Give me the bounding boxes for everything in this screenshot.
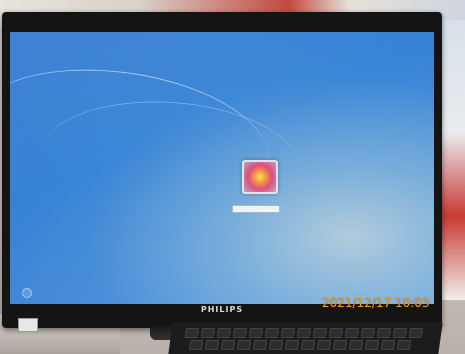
keyboard-key — [284, 340, 300, 350]
keyboard-key — [360, 328, 375, 338]
keyboard-key — [364, 340, 380, 350]
monitor-screen — [10, 32, 434, 304]
keyboard-key — [216, 328, 231, 338]
keyboard-key — [236, 340, 252, 350]
keyboard-key — [252, 340, 268, 350]
keyboard-key — [344, 328, 359, 338]
keyboard-key — [220, 340, 236, 350]
keyboard-key — [204, 340, 220, 350]
photo-scene: PHILIPS 2021/12/17 10:03 — [0, 0, 465, 354]
keyboard-key — [296, 328, 311, 338]
keyboard-key — [268, 340, 284, 350]
photo-timestamp: 2021/12/17 10:03 — [322, 296, 430, 310]
keyboard-key — [300, 340, 316, 350]
keyboard-key — [184, 328, 199, 338]
keyboard-key — [348, 340, 364, 350]
keyboard-key — [248, 328, 263, 338]
keyboard-key — [332, 340, 348, 350]
keyboard-key — [264, 328, 279, 338]
keyboard-key — [396, 340, 412, 350]
energy-sticker — [18, 318, 38, 332]
keyboard-key — [392, 328, 407, 338]
monitor: PHILIPS — [2, 12, 442, 331]
keyboard-key — [188, 340, 204, 350]
keyboard-key — [200, 328, 215, 338]
screen-glare — [10, 32, 434, 304]
keyboard-key — [232, 328, 247, 338]
keyboard-key — [316, 340, 332, 350]
keyboard — [167, 322, 443, 354]
keyboard-key — [280, 328, 295, 338]
keyboard-key — [408, 328, 423, 338]
keyboard-key — [380, 340, 396, 350]
keyboard-key — [376, 328, 391, 338]
keyboard-key — [328, 328, 343, 338]
keyboard-key — [312, 328, 327, 338]
